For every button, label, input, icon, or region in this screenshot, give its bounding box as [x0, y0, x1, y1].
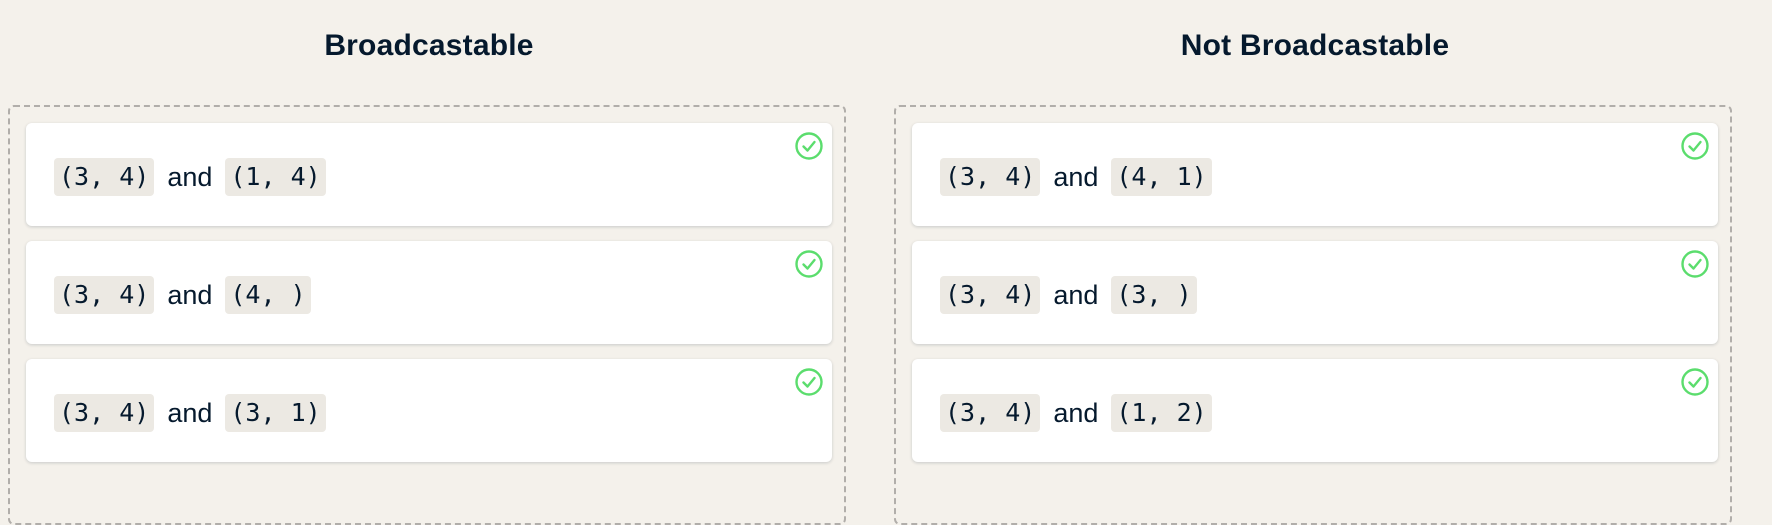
card-content: (3, 4) and (3, ): [940, 276, 1197, 314]
broadcastable-column: Broadcastable (3, 4) and (1, 4) (3, 4) a…: [8, 0, 850, 525]
shape-left: (3, 4): [940, 158, 1041, 196]
joiner-text: and: [167, 161, 213, 192]
column-title-not-broadcastable: Not Broadcastable: [1180, 29, 1450, 62]
shape-right: (4, ): [225, 276, 311, 314]
drag-card[interactable]: (3, 4) and (4, 1): [912, 123, 1718, 226]
shape-right: (3, ): [1111, 276, 1197, 314]
column-title-broadcastable: Broadcastable: [324, 29, 534, 62]
shape-right: (1, 4): [225, 158, 326, 196]
card-content: (3, 4) and (1, 2): [940, 394, 1212, 432]
shape-left: (3, 4): [54, 158, 155, 196]
shape-left: (3, 4): [940, 276, 1041, 314]
check-circle-icon: [795, 132, 823, 160]
shape-left: (3, 4): [54, 276, 155, 314]
card-content: (3, 4) and (4, ): [54, 276, 311, 314]
check-circle-icon: [1681, 368, 1709, 396]
drag-card[interactable]: (3, 4) and (1, 4): [26, 123, 832, 226]
not-broadcastable-dropzone[interactable]: (3, 4) and (4, 1) (3, 4) and (3, ) (3, 4: [894, 105, 1732, 525]
check-circle-icon: [795, 250, 823, 278]
card-content: (3, 4) and (4, 1): [940, 158, 1212, 196]
joiner-text: and: [1053, 161, 1099, 192]
shape-left: (3, 4): [940, 394, 1041, 432]
shape-left: (3, 4): [54, 394, 155, 432]
drag-card[interactable]: (3, 4) and (4, ): [26, 241, 832, 344]
check-circle-icon: [1681, 250, 1709, 278]
joiner-text: and: [1053, 279, 1099, 310]
drag-card[interactable]: (3, 4) and (3, ): [912, 241, 1718, 344]
shape-right: (1, 2): [1111, 394, 1212, 432]
card-content: (3, 4) and (1, 4): [54, 158, 326, 196]
drag-card[interactable]: (3, 4) and (1, 2): [912, 359, 1718, 462]
check-circle-icon: [1681, 132, 1709, 160]
drag-card[interactable]: (3, 4) and (3, 1): [26, 359, 832, 462]
check-circle-icon: [795, 368, 823, 396]
not-broadcastable-column: Not Broadcastable (3, 4) and (4, 1) (3, …: [894, 0, 1736, 525]
shape-right: (3, 1): [225, 394, 326, 432]
shape-right: (4, 1): [1111, 158, 1212, 196]
card-content: (3, 4) and (3, 1): [54, 394, 326, 432]
joiner-text: and: [167, 397, 213, 428]
broadcastable-dropzone[interactable]: (3, 4) and (1, 4) (3, 4) and (4, ) (3, 4: [8, 105, 846, 525]
joiner-text: and: [1053, 397, 1099, 428]
joiner-text: and: [167, 279, 213, 310]
